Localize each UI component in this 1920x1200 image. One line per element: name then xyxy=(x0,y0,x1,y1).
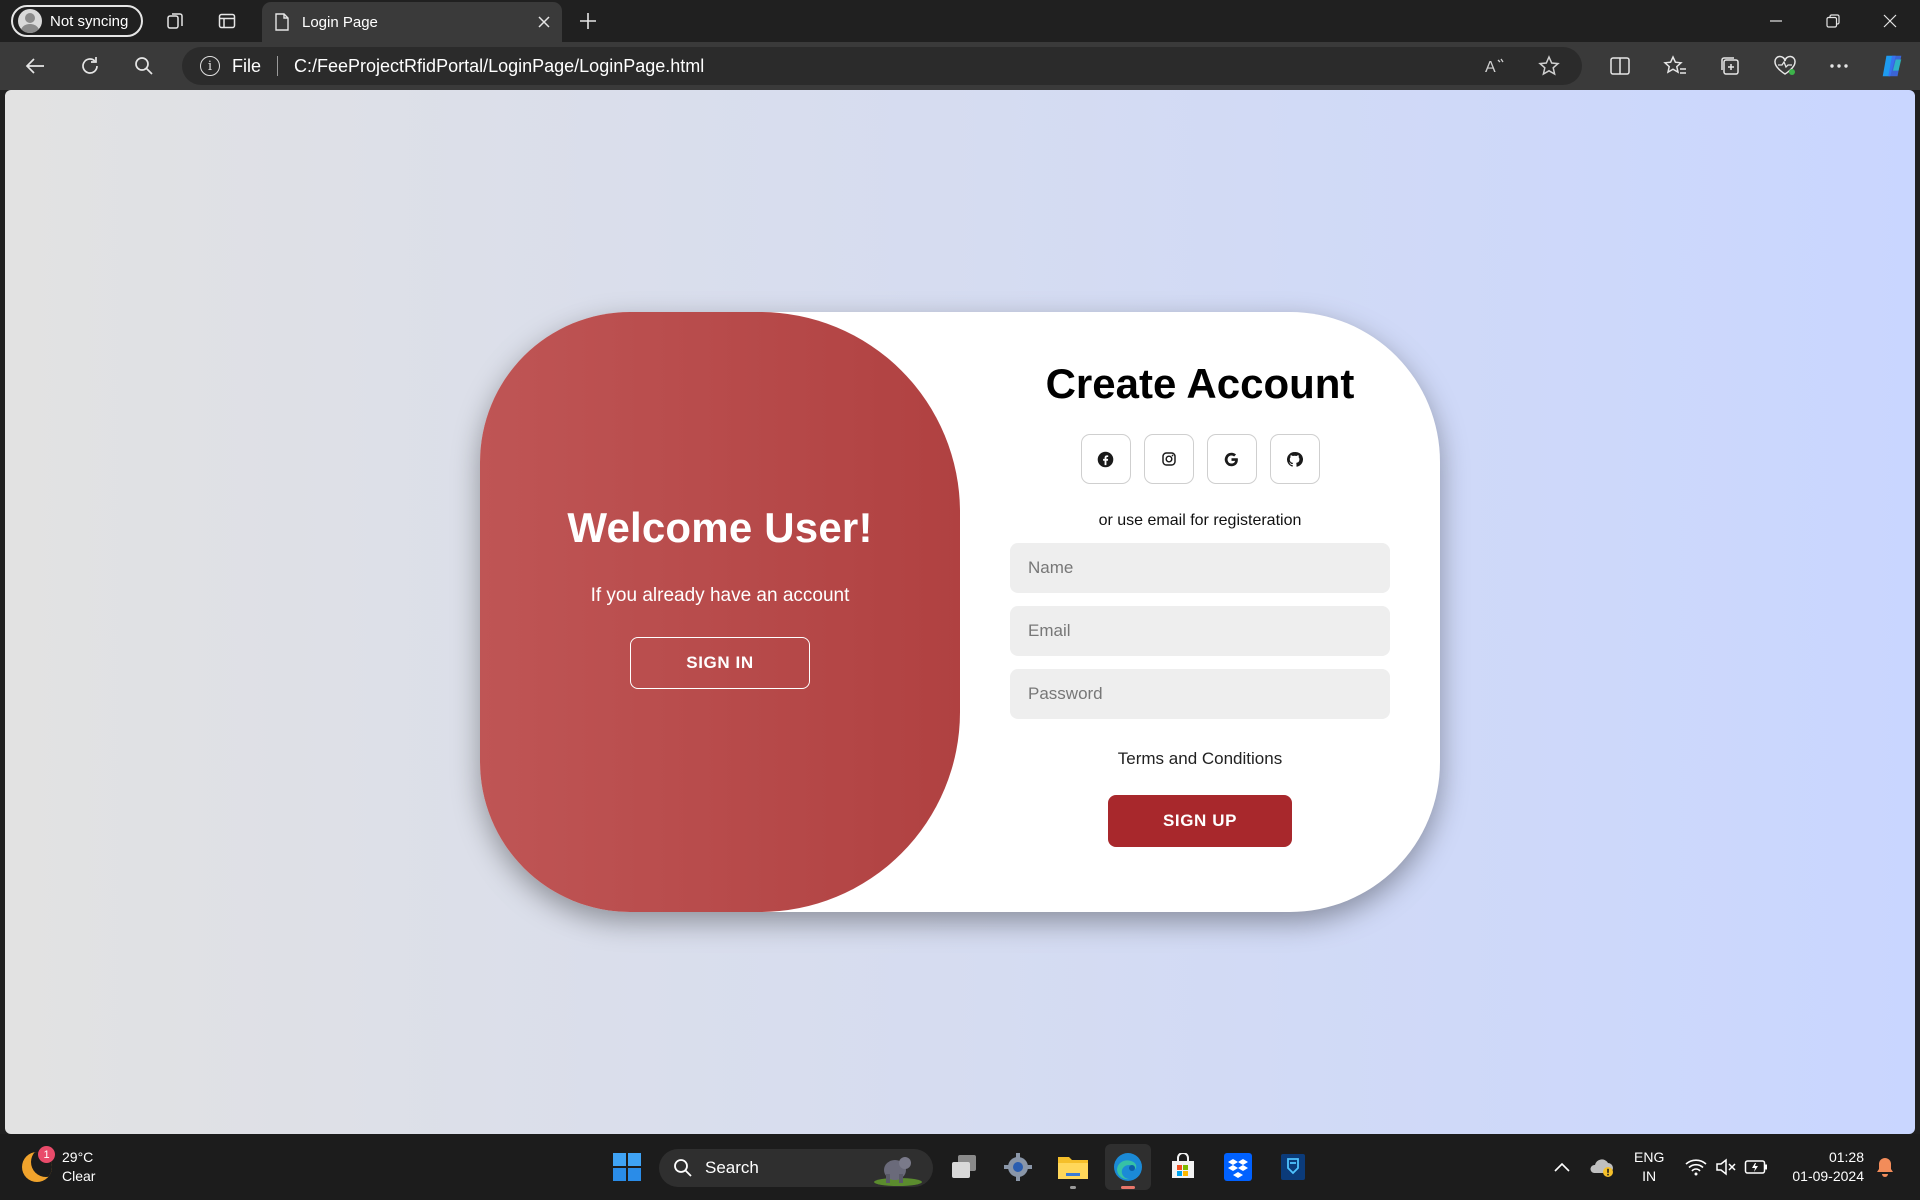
read-aloud-icon[interactable]: A xyxy=(1482,53,1508,79)
restore-icon[interactable] xyxy=(1820,8,1846,34)
weather-desc: Clear xyxy=(62,1168,96,1184)
new-tab-icon[interactable] xyxy=(576,9,600,33)
windows-taskbar: 1 29°C Clear Search ENG IN 01:28 01-09-2… xyxy=(0,1134,1920,1200)
profile-avatar-icon xyxy=(18,9,42,33)
github-button[interactable] xyxy=(1269,434,1320,484)
instagram-button[interactable] xyxy=(1143,434,1194,484)
windows-logo-icon xyxy=(613,1153,641,1181)
sign-up-button[interactable]: SIGN UP xyxy=(1108,795,1292,847)
clock-time: 01:28 xyxy=(1828,1149,1864,1165)
password-field[interactable]: Password xyxy=(1010,669,1390,719)
search-icon xyxy=(674,1159,692,1177)
battery-icon[interactable] xyxy=(1736,1144,1776,1190)
task-view-icon[interactable] xyxy=(941,1144,987,1190)
taskbar-search[interactable]: Search xyxy=(659,1149,933,1187)
back-icon[interactable] xyxy=(22,53,48,79)
onedrive-warning-icon[interactable] xyxy=(1580,1144,1624,1190)
address-separator xyxy=(277,56,279,76)
tab-title: Login Page xyxy=(302,13,378,31)
welcome-subtitle: If you already have an account xyxy=(590,584,850,606)
search-highlight-icon xyxy=(874,1157,922,1186)
address-bar[interactable]: i File C:/FeeProjectRfidPortal/LoginPage… xyxy=(182,47,1582,85)
github-icon xyxy=(1286,451,1303,467)
microsoft-store-icon[interactable] xyxy=(1160,1144,1206,1190)
language-bottom: IN xyxy=(1642,1168,1657,1184)
welcome-title: Welcome User! xyxy=(567,503,873,551)
instagram-icon xyxy=(1161,452,1176,466)
create-account-title: Create Account xyxy=(1045,360,1355,407)
browser-toolbar: i File C:/FeeProjectRfidPortal/LoginPage… xyxy=(0,42,1920,90)
close-window-icon[interactable] xyxy=(1877,8,1903,34)
language-top: ENG xyxy=(1634,1149,1665,1165)
vpn-shield-icon[interactable] xyxy=(1270,1144,1316,1190)
notifications-icon[interactable] xyxy=(1862,1144,1908,1190)
profile-button[interactable]: Not syncing xyxy=(11,5,144,37)
clock-date: 01-09-2024 xyxy=(1792,1168,1864,1184)
edge-icon[interactable] xyxy=(1105,1144,1151,1190)
profile-label: Not syncing xyxy=(50,12,129,30)
email-field[interactable]: Email xyxy=(1010,606,1390,656)
split-screen-icon[interactable] xyxy=(1607,53,1633,79)
google-icon xyxy=(1224,452,1238,466)
page-viewport: Welcome User! If you already have an acc… xyxy=(5,90,1915,1134)
browser-essentials-icon[interactable] xyxy=(1772,53,1798,79)
minimize-icon[interactable] xyxy=(1763,8,1789,34)
tab-actions-icon[interactable] xyxy=(215,9,239,33)
welcome-panel: Welcome User! If you already have an acc… xyxy=(480,312,960,912)
taskbar-search-label: Search xyxy=(705,1158,759,1177)
address-url: C:/FeeProjectRfidPortal/LoginPage/LoginP… xyxy=(294,55,705,76)
search-icon[interactable] xyxy=(131,53,157,79)
facebook-button[interactable] xyxy=(1080,434,1131,484)
refresh-icon[interactable] xyxy=(77,53,103,79)
dropbox-icon[interactable] xyxy=(1215,1144,1261,1190)
close-tab-icon[interactable] xyxy=(538,16,550,28)
settings-icon[interactable] xyxy=(995,1144,1041,1190)
workspaces-icon[interactable] xyxy=(163,9,187,33)
facebook-icon xyxy=(1097,451,1114,467)
terms-link[interactable]: Terms and Conditions xyxy=(1118,749,1282,769)
tab-login-page[interactable]: Login Page xyxy=(262,2,562,42)
copilot-icon[interactable] xyxy=(1879,53,1905,79)
svg-text:A: A xyxy=(1485,59,1496,76)
name-field[interactable]: Name xyxy=(1010,543,1390,593)
show-hidden-icons-icon[interactable] xyxy=(1540,1144,1584,1190)
sign-in-button[interactable]: SIGN IN xyxy=(630,636,810,689)
weather-temp: 29°C xyxy=(62,1149,94,1165)
signup-card: Welcome User! If you already have an acc… xyxy=(480,312,1440,912)
weather-badge: 1 xyxy=(38,1146,55,1163)
clock[interactable]: 01:28 01-09-2024 xyxy=(1784,1148,1864,1186)
favorite-star-icon[interactable] xyxy=(1536,53,1562,79)
weather-widget[interactable]: 1 29°C Clear xyxy=(22,1146,96,1186)
google-button[interactable] xyxy=(1206,434,1257,484)
file-explorer-icon[interactable] xyxy=(1050,1144,1096,1190)
start-button[interactable] xyxy=(604,1144,650,1190)
site-info-icon[interactable]: i xyxy=(200,56,220,76)
more-options-icon[interactable] xyxy=(1826,53,1852,79)
favorites-icon[interactable] xyxy=(1662,53,1688,79)
browser-title-bar: Not syncing Login Page xyxy=(0,0,1920,42)
social-buttons xyxy=(1080,434,1320,484)
page-icon xyxy=(275,13,289,31)
language-indicator[interactable]: ENG IN xyxy=(1634,1148,1664,1186)
or-email-text: or use email for registeration xyxy=(1098,512,1302,529)
collections-icon[interactable] xyxy=(1717,53,1743,79)
address-scheme: File xyxy=(232,55,262,76)
create-account-panel: Create Account or use email for register… xyxy=(1010,312,1390,912)
